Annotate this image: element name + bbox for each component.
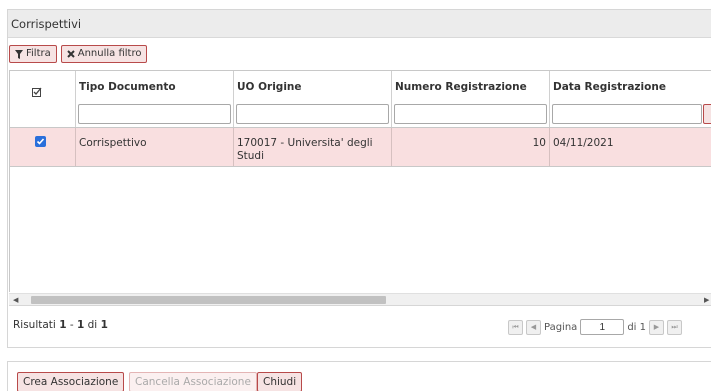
column-header-label: Numero Registrazione: [395, 81, 527, 93]
results-total: 1: [100, 319, 108, 331]
row-checkbox[interactable]: [35, 136, 46, 147]
data-registrazione-filter-input[interactable]: [552, 104, 702, 124]
numero-registrazione-cell: 10: [392, 128, 550, 166]
horizontal-scrollbar[interactable]: ◀ ▶: [9, 293, 711, 305]
actions-panel: Crea Associazione Cancella Associazione …: [7, 361, 711, 391]
create-association-button[interactable]: Crea Associazione: [17, 372, 125, 391]
check-icon: [36, 138, 45, 145]
calendar-button[interactable]: [703, 104, 711, 124]
prev-page-icon[interactable]: ◀: [526, 319, 541, 335]
first-page-icon[interactable]: ⏮: [508, 319, 523, 335]
page-label: Pagina: [544, 321, 578, 333]
clear-filter-button[interactable]: Annulla filtro: [60, 45, 148, 63]
data-registrazione-value: 04/11/2021: [553, 137, 614, 149]
scroll-left-icon[interactable]: ◀: [13, 296, 18, 304]
filter-button[interactable]: Filtra: [9, 45, 57, 63]
column-uo-origine[interactable]: UO Origine: [234, 71, 392, 127]
last-page-icon[interactable]: ⏭: [666, 319, 682, 335]
page-number-input[interactable]: [580, 319, 625, 335]
column-numero-registrazione[interactable]: Numero Registrazione: [392, 71, 550, 127]
select-all-column: [10, 71, 76, 127]
column-header-label: UO Origine: [237, 81, 302, 93]
cancel-association-button[interactable]: Cancella Associazione: [129, 372, 257, 391]
close-button[interactable]: Chiudi: [257, 372, 303, 391]
scroll-right-icon[interactable]: ▶: [704, 296, 709, 304]
data-registrazione-cell: 04/11/2021: [550, 128, 711, 166]
results-summary: Risultati 1 - 1 di 1: [13, 319, 108, 331]
results-from: 1: [59, 319, 67, 331]
close-icon: [67, 50, 75, 58]
scrollbar-thumb[interactable]: [31, 296, 386, 304]
tipo-documento-filter-input[interactable]: [78, 104, 231, 124]
uo-origine-value: 170017 - Universita' degli Studi: [237, 137, 373, 162]
tipo-documento-cell: Corrispettivo: [76, 128, 234, 166]
page-count: di 1: [627, 321, 646, 333]
filter-button-label: Filtra: [26, 48, 51, 59]
row-select-cell[interactable]: [10, 128, 76, 166]
tipo-documento-value: Corrispettivo: [79, 137, 147, 149]
numero-registrazione-value: 10: [532, 137, 546, 149]
column-header-label: Tipo Documento: [79, 81, 176, 93]
pagination: ⏮ ◀ Pagina di 1 ▶ ⏭: [508, 318, 685, 336]
next-page-icon[interactable]: ▶: [648, 319, 664, 335]
uo-origine-filter-input[interactable]: [236, 104, 389, 124]
panel-title: Corrispettivi: [8, 10, 711, 38]
results-prefix: Risultati: [13, 319, 56, 331]
results-to: 1: [76, 319, 85, 331]
table-row[interactable]: Corrispettivo 170017 - Universita' degli…: [10, 128, 711, 167]
corrispettivi-grid: Tipo Documento UO Origine Numero Registr…: [9, 70, 711, 292]
results-separator: -: [69, 319, 74, 331]
column-tipo-documento[interactable]: Tipo Documento: [76, 71, 234, 127]
numero-registrazione-filter-input[interactable]: [394, 104, 547, 124]
funnel-icon: [15, 49, 23, 59]
check-all-icon[interactable]: [32, 87, 42, 100]
results-of-label: di: [87, 319, 98, 331]
column-data-registrazione[interactable]: Data Registrazione: [550, 71, 711, 127]
uo-origine-cell: 170017 - Universita' degli Studi: [234, 128, 392, 166]
column-header-label: Data Registrazione: [553, 81, 666, 93]
filter-toolbar: Filtra Annulla filtro: [9, 45, 148, 63]
grid-header: Tipo Documento UO Origine Numero Registr…: [10, 71, 711, 128]
divider: [9, 305, 711, 306]
clear-filter-label: Annulla filtro: [77, 48, 142, 59]
